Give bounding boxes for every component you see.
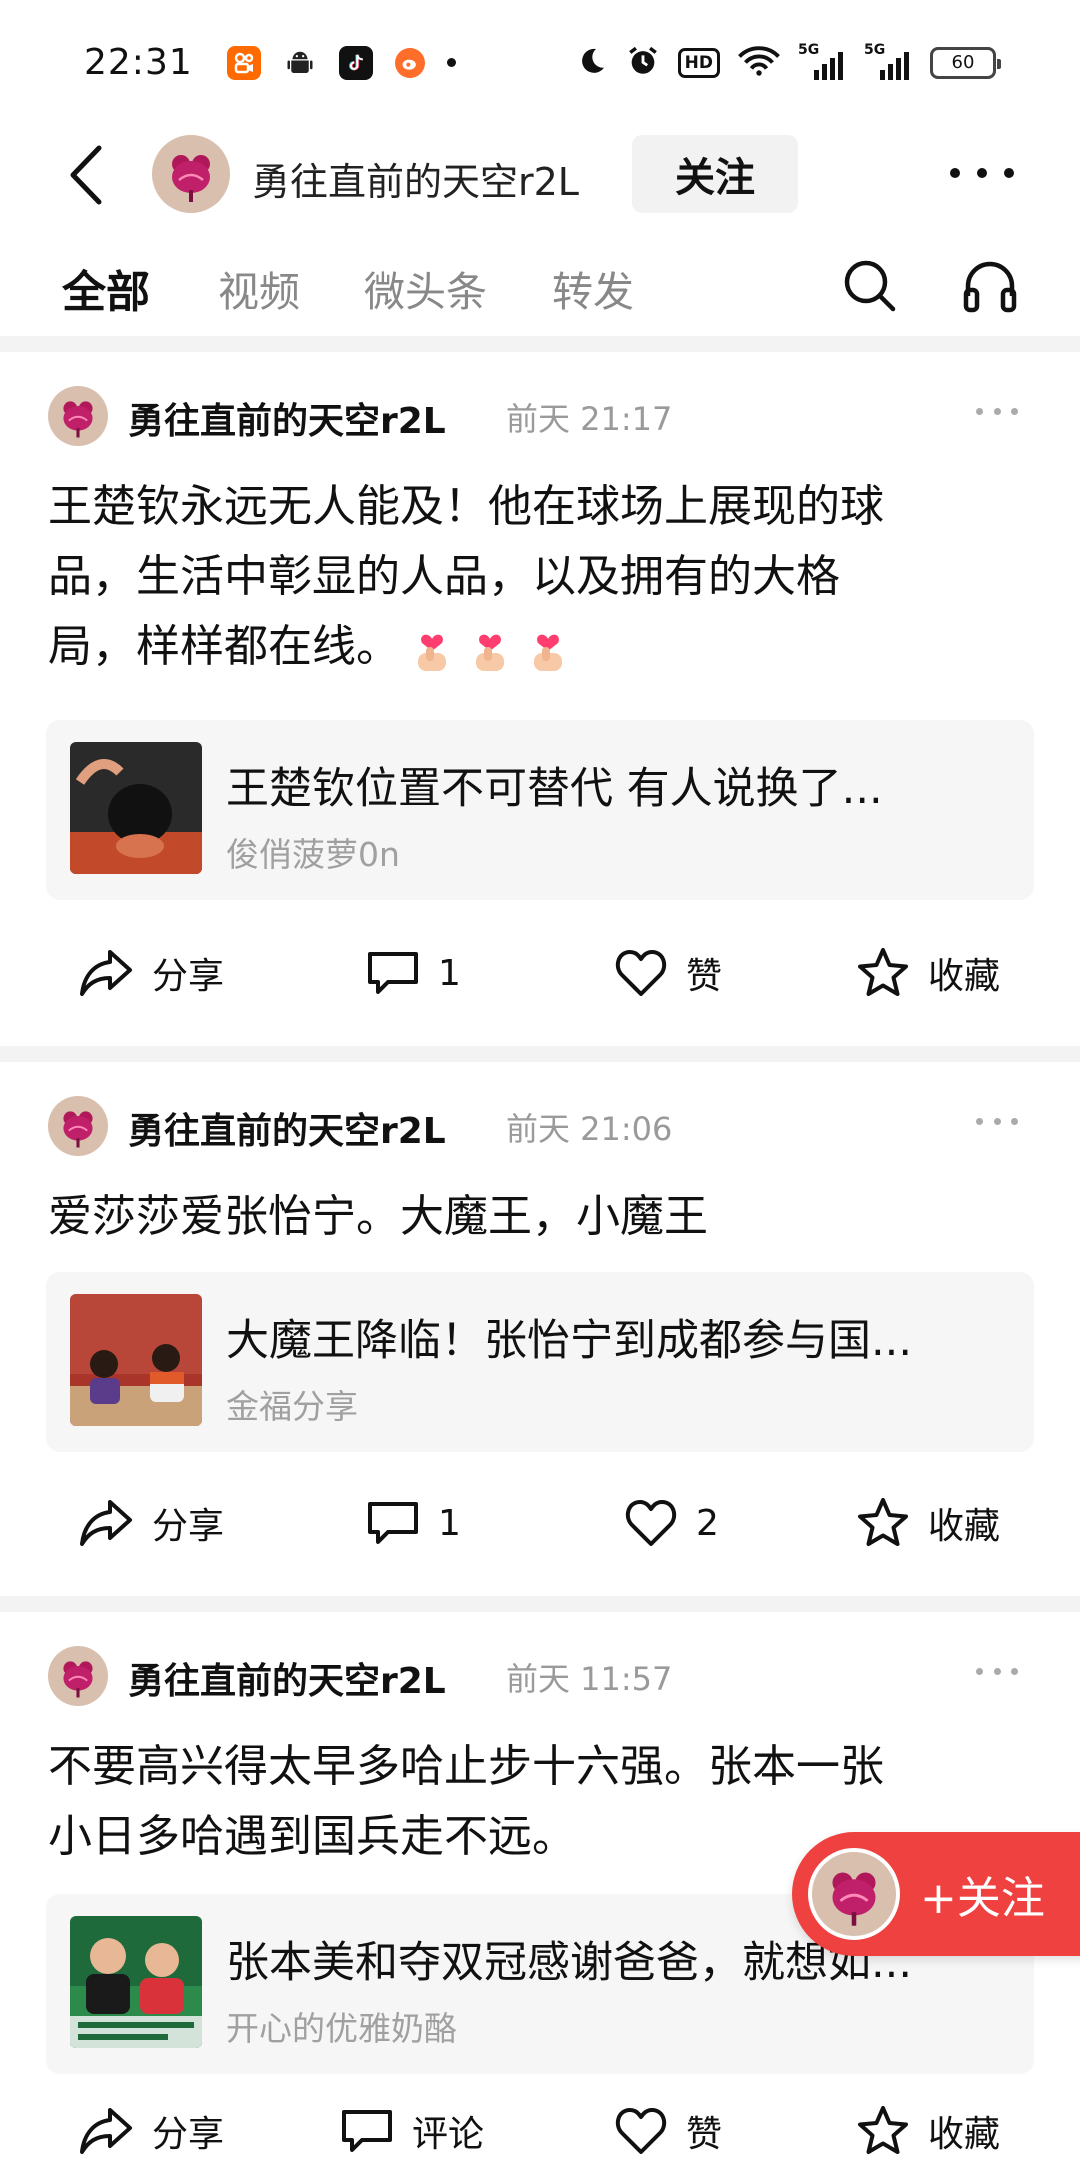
article-source: 俊俏菠萝0n xyxy=(226,835,400,874)
chevron-left-icon xyxy=(70,145,102,205)
headphones-icon xyxy=(963,261,1017,313)
alarm-icon xyxy=(626,44,660,82)
share-icon xyxy=(80,950,132,996)
status-time: 22:31 xyxy=(84,42,193,83)
post-time: 前天 21:06 xyxy=(506,1110,673,1148)
post-more-button[interactable] xyxy=(976,408,1018,418)
android-icon xyxy=(283,46,317,80)
share-icon xyxy=(80,2108,132,2154)
heart-icon xyxy=(615,2108,667,2154)
favorite-button[interactable]: 收藏 xyxy=(856,1478,1000,1568)
post-actions: 分享 1 2 收藏 xyxy=(0,1478,1080,1568)
comment-button[interactable]: 1 xyxy=(366,1478,461,1568)
post-author[interactable]: 勇往直前的天空r2L xyxy=(128,1652,446,1704)
status-app-icons xyxy=(226,45,456,80)
flower-avatar-icon xyxy=(172,155,210,202)
tab-video[interactable]: 视频 xyxy=(218,258,300,318)
back-button[interactable] xyxy=(58,143,112,207)
follow-button[interactable]: 关注 xyxy=(632,135,798,213)
post-header: 勇往直前的天空r2L 前天 21:17 xyxy=(48,380,1048,450)
post-author[interactable]: 勇往直前的天空r2L xyxy=(128,1102,446,1154)
wifi-icon xyxy=(738,45,780,81)
share-button[interactable]: 分享 xyxy=(78,1478,224,1568)
article-source: 金福分享 xyxy=(226,1387,358,1426)
more-options-button[interactable] xyxy=(950,151,1014,195)
search-button[interactable] xyxy=(842,258,898,314)
status-indicators: HD 5G 5G 60 xyxy=(576,42,1001,82)
account-name[interactable]: 勇往直前的天空r2L xyxy=(252,151,579,206)
avatar[interactable] xyxy=(48,1646,108,1706)
post-text[interactable]: 爱莎莎爱张怡宁。大魔王，小魔王 xyxy=(48,1182,1038,1252)
status-bar: 22:31 HD 5G 5G 60 xyxy=(0,0,1080,125)
heart-hands-emoji xyxy=(400,621,574,672)
post-time: 前天 11:57 xyxy=(506,1660,673,1698)
hd-voice-badge: HD xyxy=(677,47,720,78)
content-tabs: 全部 视频 微头条 转发 xyxy=(0,240,1080,330)
floating-follow-button[interactable]: +关注 xyxy=(792,1832,1080,1956)
profile-header: 勇往直前的天空r2L 关注 xyxy=(0,125,1080,225)
post-header: 勇往直前的天空r2L 前天 21:06 xyxy=(48,1090,1048,1160)
post-more-button[interactable] xyxy=(976,1118,1018,1128)
post-more-button[interactable] xyxy=(976,1668,1018,1678)
tiktok-app-icon xyxy=(338,45,373,80)
article-title: 王楚钦位置不可替代 有人说换了... xyxy=(226,764,883,814)
avatar[interactable] xyxy=(152,135,230,213)
heart-icon xyxy=(615,950,667,996)
comment-icon xyxy=(368,1502,418,1544)
heart-icon xyxy=(625,1500,677,1546)
tab-micro-posts[interactable]: 微头条 xyxy=(364,258,487,318)
tab-all[interactable]: 全部 xyxy=(62,256,150,320)
favorite-button[interactable]: 收藏 xyxy=(856,928,1000,1018)
share-button[interactable]: 分享 xyxy=(78,928,224,1018)
tab-reposts[interactable]: 转发 xyxy=(552,258,634,318)
article-thumbnail xyxy=(70,1916,202,2048)
flower-avatar-icon xyxy=(63,401,93,438)
comment-button[interactable]: 评论 xyxy=(340,2086,484,2171)
share-icon xyxy=(80,1500,132,1546)
comment-icon xyxy=(368,952,418,994)
like-button[interactable]: 赞 xyxy=(614,2086,722,2171)
post-actions: 分享 评论 赞 收藏 xyxy=(0,2086,1080,2171)
post-header: 勇往直前的天空r2L 前天 11:57 xyxy=(48,1640,1048,1710)
signal-5g-1: 5G xyxy=(798,42,846,80)
star-icon xyxy=(858,2106,908,2154)
listen-button[interactable] xyxy=(962,258,1018,314)
share-button[interactable]: 分享 xyxy=(78,2086,224,2171)
floating-follow-label: +关注 xyxy=(920,1873,1045,1924)
flower-avatar-icon xyxy=(63,1111,93,1148)
kuaishou-app-icon xyxy=(226,45,261,80)
divider xyxy=(0,336,1080,352)
search-icon xyxy=(844,260,896,312)
like-button[interactable]: 2 xyxy=(624,1478,719,1568)
post-actions: 分享 1 赞 收藏 xyxy=(0,928,1080,1018)
post-author[interactable]: 勇往直前的天空r2L xyxy=(128,392,446,444)
avatar xyxy=(808,1848,900,1940)
referenced-article-card[interactable]: 大魔王降临！张怡宁到成都参与国... 金福分享 xyxy=(46,1272,1034,1452)
avatar[interactable] xyxy=(48,1096,108,1156)
battery-indicator: 60 xyxy=(930,46,1001,79)
post-text[interactable]: 王楚钦永远无人能及！他在球场上展现的球 品，生活中彰显的人品，以及拥有的大格 局… xyxy=(48,472,1038,682)
avatar[interactable] xyxy=(48,386,108,446)
article-title: 大魔王降临！张怡宁到成都参与国... xyxy=(226,1316,913,1366)
flower-avatar-icon xyxy=(63,1661,93,1698)
weibo-app-icon xyxy=(394,47,425,78)
comment-icon xyxy=(342,2110,392,2152)
article-thumbnail xyxy=(70,1294,202,1426)
star-icon xyxy=(858,948,908,996)
favorite-button[interactable]: 收藏 xyxy=(856,2086,1000,2171)
referenced-article-card[interactable]: 王楚钦位置不可替代 有人说换了... 俊俏菠萝0n xyxy=(46,720,1034,900)
post-time: 前天 21:17 xyxy=(506,400,673,438)
signal-5g-2: 5G xyxy=(864,42,912,80)
more-notifications-dot xyxy=(446,58,456,67)
star-icon xyxy=(858,1498,908,1546)
divider xyxy=(0,1596,1080,1612)
article-thumbnail xyxy=(70,742,202,874)
like-button[interactable]: 赞 xyxy=(614,928,722,1018)
article-source: 开心的优雅奶酪 xyxy=(226,2009,457,2048)
flower-avatar-icon xyxy=(832,1872,876,1926)
moon-icon xyxy=(576,45,608,81)
comment-button[interactable]: 1 xyxy=(366,928,461,1018)
divider xyxy=(0,1046,1080,1062)
